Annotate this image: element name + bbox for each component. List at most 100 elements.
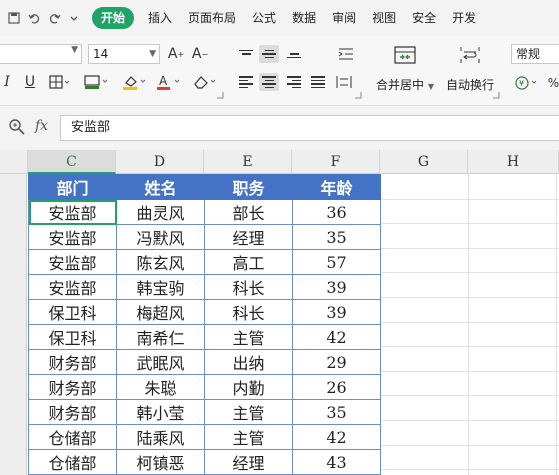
indent-icon[interactable] <box>336 45 356 63</box>
cell-position[interactable]: 经理 <box>204 449 293 475</box>
cell-department[interactable]: 财务部 <box>28 349 117 375</box>
cell-department[interactable]: 仓储部 <box>28 424 117 450</box>
column-header-d[interactable]: D <box>116 150 204 174</box>
dialog-launcher-icon[interactable] <box>216 91 224 99</box>
cell-position[interactable]: 主管 <box>204 424 293 450</box>
shrink-font-icon[interactable]: A − <box>190 44 210 64</box>
cell-name[interactable]: 柯镇恶 <box>116 449 205 475</box>
cell-position[interactable]: 高工 <box>204 249 293 275</box>
align-middle-icon[interactable] <box>259 45 279 63</box>
fill-color-icon[interactable] <box>120 72 150 92</box>
spreadsheet-grid[interactable]: C D E F G H 部门 姓名 职务 年龄 安监部 曲灵风 部长 36 安监部 冯默风… <box>0 150 559 475</box>
column-header-g[interactable]: G <box>380 150 468 174</box>
cell-age[interactable]: 39 <box>292 274 381 300</box>
tab-formulas[interactable]: 公式 <box>244 7 284 29</box>
cell-department[interactable]: 保卫科 <box>28 324 117 350</box>
tab-view[interactable]: 视图 <box>364 7 404 29</box>
cell-department[interactable]: 保卫科 <box>28 299 117 325</box>
cell-position[interactable]: 内勤 <box>204 374 293 400</box>
cell-name[interactable]: 朱聪 <box>116 374 205 400</box>
cell-age[interactable]: 57 <box>292 249 381 275</box>
cell-name[interactable]: 梅超风 <box>116 299 205 325</box>
formula-input[interactable]: 安监部 <box>60 115 559 141</box>
cell-age[interactable]: 26 <box>292 374 381 400</box>
cell-age[interactable]: 43 <box>292 449 381 475</box>
merge-center-icon[interactable] <box>392 44 418 66</box>
tab-security[interactable]: 安全 <box>404 7 444 29</box>
align-top-icon[interactable] <box>236 45 256 63</box>
column-header-h[interactable]: H <box>468 150 559 174</box>
column-header-f[interactable]: F <box>292 150 380 174</box>
border-icon[interactable] <box>46 72 74 92</box>
font-size-dropdown[interactable]: 14 ▼ <box>88 44 160 64</box>
header-department[interactable]: 部门 <box>28 174 117 200</box>
redo-icon[interactable] <box>44 8 64 28</box>
cell-name[interactable]: 韩宝驹 <box>116 274 205 300</box>
insert-function-button[interactable]: fx <box>35 118 48 134</box>
eraser-icon[interactable] <box>190 72 220 92</box>
header-name[interactable]: 姓名 <box>116 174 205 200</box>
align-center-icon[interactable] <box>259 73 279 91</box>
data-table[interactable]: 部门 姓名 职务 年龄 安监部 曲灵风 部长 36 安监部 冯默风 经理 35 安监部 陈玄风 高工… <box>28 174 381 475</box>
underline-icon[interactable]: U <box>20 72 40 92</box>
cell-age[interactable]: 29 <box>292 349 381 375</box>
font-color-icon[interactable]: A <box>154 72 184 92</box>
chevron-down-icon[interactable] <box>64 8 84 28</box>
cell-age[interactable]: 35 <box>292 224 381 250</box>
cell-department[interactable]: 安监部 <box>28 274 117 300</box>
row-headers[interactable] <box>0 174 27 475</box>
cell-name[interactable]: 韩小莹 <box>116 399 205 425</box>
font-name-dropdown[interactable]: ▼ <box>0 44 82 64</box>
cell-name[interactable]: 曲灵风 <box>116 199 205 225</box>
italic-icon[interactable]: I <box>0 72 14 92</box>
grow-font-icon[interactable]: A + <box>166 44 186 64</box>
align-left-icon[interactable] <box>236 73 256 91</box>
cell-position[interactable]: 科长 <box>204 274 293 300</box>
zoom-icon[interactable] <box>8 118 26 136</box>
justify-icon[interactable] <box>308 73 328 91</box>
cell-age[interactable]: 35 <box>292 399 381 425</box>
distribute-icon[interactable] <box>334 73 354 91</box>
tab-insert[interactable]: 插入 <box>140 7 180 29</box>
cell-age[interactable]: 36 <box>292 199 381 225</box>
cell-name[interactable]: 陈玄风 <box>116 249 205 275</box>
align-right-icon[interactable] <box>284 73 304 91</box>
tab-developer[interactable]: 开发 <box>444 7 484 29</box>
save-icon[interactable] <box>4 8 24 28</box>
tab-page-layout[interactable]: 页面布局 <box>180 7 244 29</box>
cell-position[interactable]: 经理 <box>204 224 293 250</box>
cell-age[interactable]: 39 <box>292 299 381 325</box>
cell-age[interactable]: 42 <box>292 424 381 450</box>
dialog-launcher-icon[interactable] <box>492 91 500 99</box>
wrap-text-button[interactable]: 自动换行 <box>446 76 494 93</box>
cell-position[interactable]: 主管 <box>204 399 293 425</box>
cell-name[interactable]: 武眠风 <box>116 349 205 375</box>
cell-style-icon[interactable] <box>82 72 112 92</box>
cell-position[interactable]: 主管 <box>204 324 293 350</box>
cell-department[interactable]: 安监部 <box>28 199 117 225</box>
tab-home[interactable]: 开始 <box>92 7 135 29</box>
cell-name[interactable]: 南希仁 <box>116 324 205 350</box>
header-age[interactable]: 年龄 <box>292 174 381 200</box>
number-format-dropdown[interactable]: 常规 <box>511 44 559 64</box>
select-all-corner[interactable] <box>0 150 28 174</box>
column-header-c[interactable]: C <box>28 150 116 174</box>
wrap-text-icon[interactable] <box>457 44 483 66</box>
tab-review[interactable]: 审阅 <box>324 7 364 29</box>
cell-position[interactable]: 出纳 <box>204 349 293 375</box>
cell-position[interactable]: 科长 <box>204 299 293 325</box>
cell-department[interactable]: 安监部 <box>28 224 117 250</box>
undo-icon[interactable] <box>24 8 44 28</box>
cell-age[interactable]: 42 <box>292 324 381 350</box>
cell-department[interactable]: 仓储部 <box>28 449 117 475</box>
cell-position[interactable]: 部长 <box>204 199 293 225</box>
cell-department[interactable]: 安监部 <box>28 249 117 275</box>
merge-center-button[interactable]: 合并居中 ▼ <box>376 76 434 93</box>
tab-data[interactable]: 数据 <box>284 7 324 29</box>
dialog-launcher-icon[interactable] <box>354 91 362 99</box>
column-header-e[interactable]: E <box>204 150 292 174</box>
header-position[interactable]: 职务 <box>204 174 293 200</box>
cell-department[interactable]: 财务部 <box>28 374 117 400</box>
currency-icon[interactable]: ¥ <box>513 73 543 93</box>
align-bottom-icon[interactable] <box>284 45 304 63</box>
